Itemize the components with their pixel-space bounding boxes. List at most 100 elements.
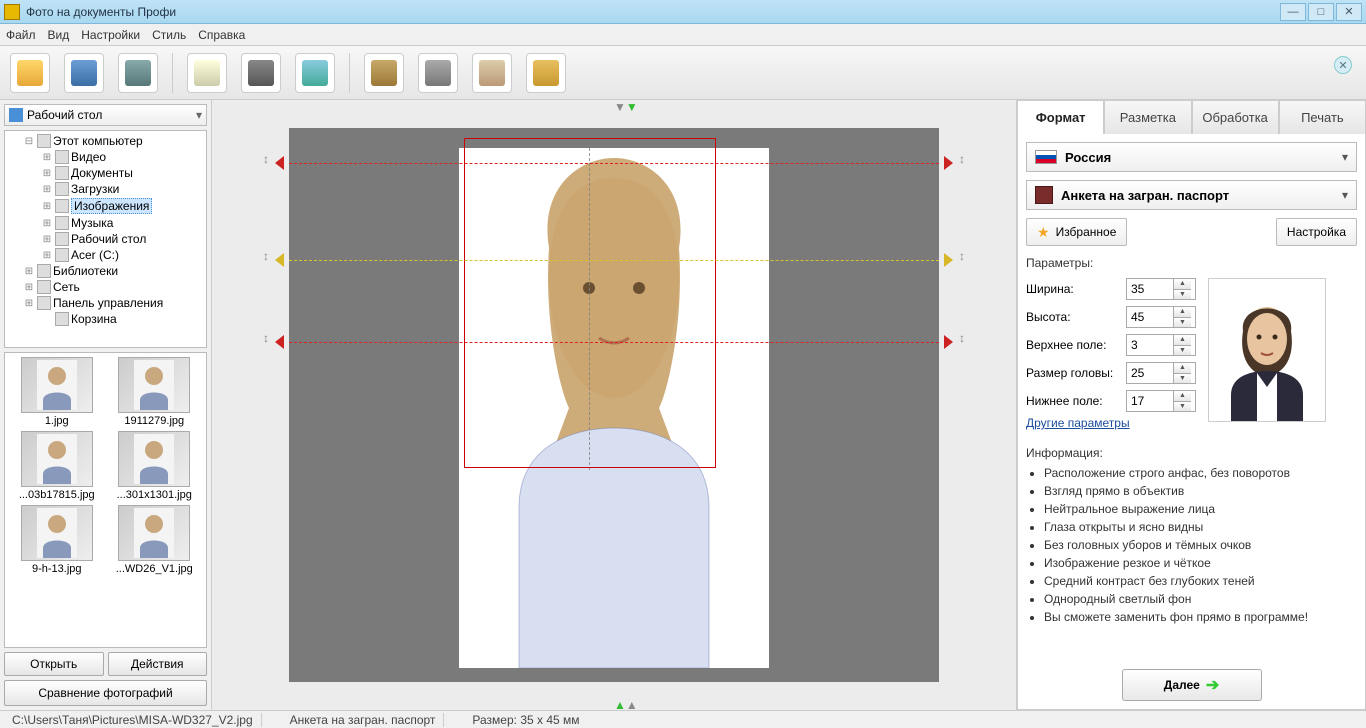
tab-format[interactable]: Формат (1017, 100, 1104, 134)
country-dropdown[interactable]: Россия ▾ (1026, 142, 1357, 172)
help-button[interactable] (364, 53, 404, 93)
tree-label: Сеть (53, 280, 80, 294)
params-title: Параметры: (1026, 256, 1357, 270)
tree-item[interactable]: ⊞ Acer (C:) (5, 247, 206, 263)
spin-up-icon[interactable]: ▲ (1174, 307, 1191, 318)
guide-handle[interactable] (944, 156, 953, 170)
guide-handle[interactable] (275, 335, 284, 349)
menu-settings[interactable]: Настройки (81, 28, 140, 42)
photo-canvas[interactable]: ↕ ↕ ↕ ↕ ↕ ↕ (289, 128, 939, 682)
guide-handle[interactable] (944, 335, 953, 349)
thumbnail[interactable]: ...WD26_V1.jpg (107, 505, 203, 575)
expand-icon[interactable]: ⊞ (23, 266, 35, 277)
tree-item[interactable]: ⊞ Видео (5, 149, 206, 165)
maximize-button[interactable]: □ (1308, 3, 1334, 21)
expand-icon[interactable]: ⊞ (41, 218, 53, 229)
menu-style[interactable]: Стиль (152, 28, 186, 42)
location-bar[interactable]: Рабочий стол ▾ (4, 104, 207, 126)
head-field[interactable] (1127, 363, 1173, 383)
param-top-input[interactable]: ▲▼ (1126, 334, 1196, 356)
thumbnail[interactable]: 9-h-13.jpg (9, 505, 105, 575)
compare-button[interactable]: Сравнение фотографий (4, 680, 207, 706)
spin-down-icon[interactable]: ▼ (1174, 374, 1191, 384)
tab-print[interactable]: Печать (1279, 100, 1366, 134)
chin-guide[interactable] (289, 342, 939, 343)
home-button[interactable] (472, 53, 512, 93)
spin-up-icon[interactable]: ▲ (1174, 335, 1191, 346)
minimize-button[interactable]: — (1280, 3, 1306, 21)
param-height-input[interactable]: ▲▼ (1126, 306, 1196, 328)
tab-processing[interactable]: Обработка (1192, 100, 1279, 134)
menu-view[interactable]: Вид (48, 28, 70, 42)
tree-item[interactable]: ⊞ Загрузки (5, 181, 206, 197)
settings-button[interactable]: Настройка (1276, 218, 1357, 246)
tree-item[interactable]: ⊞ Рабочий стол (5, 231, 206, 247)
search-person-button[interactable] (187, 53, 227, 93)
thumbnail-list[interactable]: 1.jpg1911279.jpg ...03b17815.jpg ...301x13… (4, 352, 207, 648)
menu-help[interactable]: Справка (198, 28, 245, 42)
tree-item[interactable]: ⊞ Библиотеки (5, 263, 206, 279)
tab-markup[interactable]: Разметка (1104, 100, 1191, 134)
bottom-field[interactable] (1127, 391, 1173, 411)
expand-icon[interactable]: ⊞ (41, 168, 53, 179)
eye-guide[interactable] (289, 260, 939, 261)
save-button[interactable] (64, 53, 104, 93)
expand-icon[interactable]: ⊞ (41, 201, 53, 212)
tree-item[interactable]: ⊞ Музыка (5, 215, 206, 231)
folder-tree[interactable]: ⊟ Этот компьютер⊞ Видео⊞ Документы⊞ Загр… (4, 130, 207, 348)
tree-item[interactable]: ⊞ Документы (5, 165, 206, 181)
spin-up-icon[interactable]: ▲ (1174, 391, 1191, 402)
bottom-handle[interactable]: ▲▲ (614, 696, 638, 712)
top-handle[interactable]: ▼▼ (614, 98, 638, 114)
top-guide[interactable] (289, 163, 939, 164)
thumbnail[interactable]: ...03b17815.jpg (9, 431, 105, 501)
param-width-input[interactable]: ▲▼ (1126, 278, 1196, 300)
actions-button[interactable]: Действия (108, 652, 208, 676)
cart-button[interactable] (526, 53, 566, 93)
open-button[interactable]: Открыть (4, 652, 104, 676)
more-params-link[interactable]: Другие параметры (1026, 416, 1130, 430)
close-hint-button[interactable]: ✕ (1334, 56, 1352, 74)
param-bottom-input[interactable]: ▲▼ (1126, 390, 1196, 412)
expand-icon[interactable]: ⊟ (23, 136, 35, 147)
doctype-dropdown[interactable]: Анкета на загран. паспорт ▾ (1026, 180, 1357, 210)
next-button[interactable]: Далее ➔ (1122, 669, 1262, 701)
height-field[interactable] (1127, 307, 1173, 327)
expand-icon[interactable]: ⊞ (41, 152, 53, 163)
param-head-input[interactable]: ▲▼ (1126, 362, 1196, 384)
tree-item[interactable]: ⊞ Сеть (5, 279, 206, 295)
spin-down-icon[interactable]: ▼ (1174, 290, 1191, 300)
tree-item[interactable]: ⊞ Панель управления (5, 295, 206, 311)
expand-icon[interactable]: ⊞ (23, 298, 35, 309)
tree-item[interactable]: Корзина (5, 311, 206, 327)
spin-down-icon[interactable]: ▼ (1174, 346, 1191, 356)
gear-button[interactable] (418, 53, 458, 93)
spin-up-icon[interactable]: ▲ (1174, 279, 1191, 290)
web-button[interactable] (295, 53, 335, 93)
open-folder-button[interactable] (10, 53, 50, 93)
tree-item[interactable]: ⊟ Этот компьютер (5, 133, 206, 149)
guide-handle[interactable] (944, 253, 953, 267)
close-button[interactable]: ✕ (1336, 3, 1362, 21)
thumbnail[interactable]: 1.jpg (9, 357, 105, 427)
expand-icon[interactable]: ⊞ (41, 250, 53, 261)
top-field[interactable] (1127, 335, 1173, 355)
expand-icon[interactable]: ⊞ (23, 282, 35, 293)
spin-up-icon[interactable]: ▲ (1174, 363, 1191, 374)
spin-down-icon[interactable]: ▼ (1174, 402, 1191, 412)
expand-icon[interactable]: ⊞ (41, 234, 53, 245)
guide-handle[interactable] (275, 156, 284, 170)
thumb-caption: ...03b17815.jpg (19, 489, 95, 501)
print-button[interactable] (118, 53, 158, 93)
thumbnail[interactable]: ...301x1301.jpg (107, 431, 203, 501)
spin-down-icon[interactable]: ▼ (1174, 318, 1191, 328)
camera-button[interactable] (241, 53, 281, 93)
expand-icon[interactable]: ⊞ (41, 184, 53, 195)
tree-item[interactable]: ⊞ Изображения (5, 197, 206, 215)
width-field[interactable] (1127, 279, 1173, 299)
folder-icon (37, 264, 51, 278)
menu-file[interactable]: Файл (6, 28, 36, 42)
guide-handle[interactable] (275, 253, 284, 267)
thumbnail[interactable]: 1911279.jpg (107, 357, 203, 427)
favorite-button[interactable]: ★Избранное (1026, 218, 1127, 246)
